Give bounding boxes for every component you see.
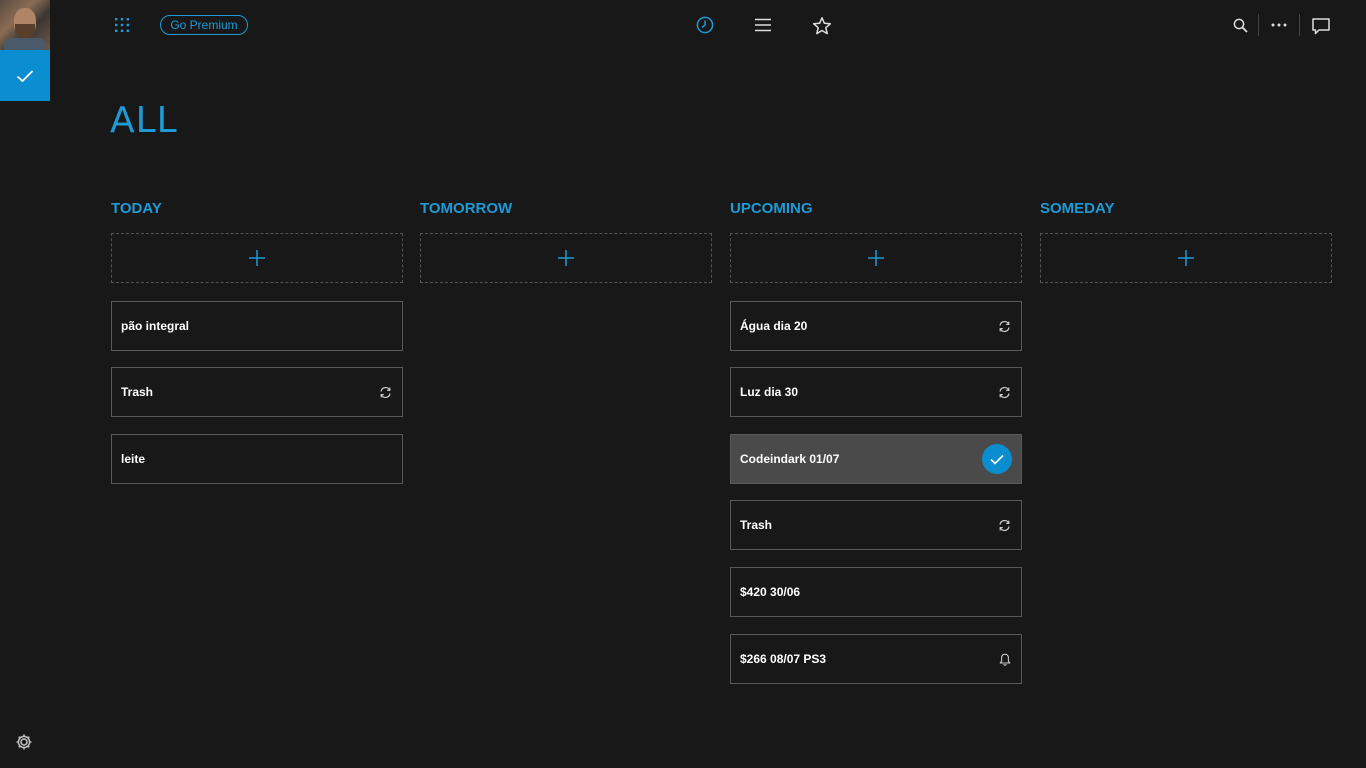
- task-label: leite: [121, 452, 146, 466]
- page-title: ALL: [110, 100, 178, 141]
- column-title: TODAY: [111, 200, 162, 217]
- repeat-icon: [380, 386, 391, 398]
- task-label: pão integral: [121, 319, 190, 333]
- bell-icon: [999, 653, 1011, 666]
- plus-icon: [558, 250, 574, 266]
- time-view-button[interactable]: [694, 14, 716, 36]
- more-dots-icon: [1271, 23, 1287, 27]
- task-card[interactable]: Trash: [111, 367, 403, 417]
- apps-button[interactable]: [111, 14, 133, 36]
- divider: [1258, 14, 1259, 36]
- complete-task-button[interactable]: [982, 444, 1012, 474]
- star-icon: [812, 17, 832, 35]
- task-card[interactable]: Luz dia 30: [730, 367, 1022, 417]
- repeat-icon: [999, 519, 1010, 531]
- column-title: TOMORROW: [420, 200, 513, 217]
- more-options-button[interactable]: [1268, 14, 1290, 36]
- menu-icon: [755, 18, 771, 32]
- task-label: $420 30/06: [740, 585, 801, 599]
- repeat-icon: [999, 386, 1010, 398]
- search-button[interactable]: [1229, 14, 1251, 36]
- task-label: Luz dia 30: [740, 385, 799, 399]
- column-title: UPCOMING: [730, 200, 813, 217]
- add-task-button[interactable]: [420, 233, 712, 283]
- column-tomorrow: TOMORROW: [420, 200, 712, 283]
- go-premium-button[interactable]: Go Premium: [160, 15, 248, 35]
- task-label: Codeindark 01/07: [740, 452, 840, 466]
- settings-button[interactable]: [14, 732, 34, 752]
- task-label: Trash: [121, 385, 154, 399]
- task-label: Trash: [740, 518, 773, 532]
- add-task-button[interactable]: [111, 233, 403, 283]
- task-card[interactable]: Água dia 20: [730, 301, 1022, 351]
- tasks-nav-button[interactable]: [0, 50, 50, 101]
- task-card[interactable]: Trash: [730, 500, 1022, 550]
- plus-icon: [249, 250, 265, 266]
- list-view-button[interactable]: [752, 14, 774, 36]
- plus-icon: [868, 250, 884, 266]
- column-upcoming: UPCOMING Água dia 20 Luz dia 30 Codeinda…: [730, 200, 1022, 684]
- task-card-selected[interactable]: Codeindark 01/07: [730, 434, 1022, 484]
- task-label: Água dia 20: [740, 319, 808, 333]
- task-card[interactable]: $266 08/07 PS3: [730, 634, 1022, 684]
- task-card[interactable]: pão integral: [111, 301, 403, 351]
- check-icon: [990, 454, 1004, 465]
- task-card[interactable]: leite: [111, 434, 403, 484]
- feedback-button[interactable]: [1309, 14, 1333, 38]
- avatar[interactable]: [0, 0, 50, 50]
- column-title: SOMEDAY: [1040, 200, 1115, 217]
- check-icon: [16, 69, 34, 82]
- divider: [1299, 14, 1300, 36]
- task-label: $266 08/07 PS3: [740, 652, 827, 666]
- clock-icon: [696, 16, 714, 34]
- chat-icon: [1312, 17, 1330, 34]
- apps-grid-icon: [115, 18, 129, 32]
- left-rail: [0, 0, 50, 768]
- column-someday: SOMEDAY: [1040, 200, 1332, 283]
- repeat-icon: [999, 320, 1010, 332]
- search-icon: [1233, 18, 1248, 33]
- gear-icon: [16, 734, 32, 750]
- add-task-button[interactable]: [1040, 233, 1332, 283]
- task-card[interactable]: $420 30/06: [730, 567, 1022, 617]
- add-task-button[interactable]: [730, 233, 1022, 283]
- plus-icon: [1178, 250, 1194, 266]
- starred-view-button[interactable]: [810, 14, 834, 38]
- column-today: TODAY pão integral Trash leite: [111, 200, 403, 484]
